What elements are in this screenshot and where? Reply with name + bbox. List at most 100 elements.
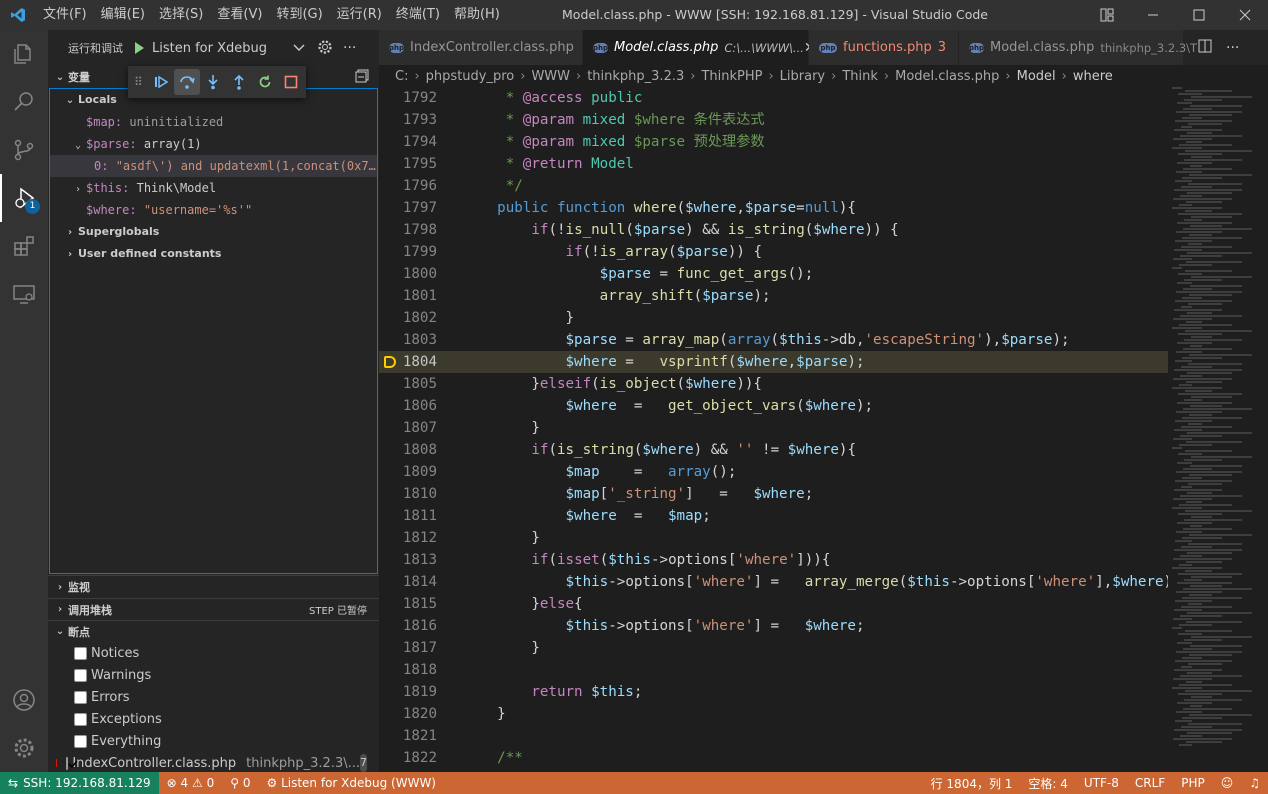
menu-item[interactable]: 转到(G) — [269, 0, 329, 30]
breakpoint-exceptions[interactable]: Exceptions — [48, 708, 379, 730]
remote-indicator[interactable]: ⇆ SSH: 192.168.81.129 — [0, 772, 159, 794]
breadcrumb-item[interactable]: WWW — [531, 69, 570, 84]
minimize-button[interactable] — [1130, 0, 1176, 30]
step-out-icon[interactable] — [226, 69, 252, 95]
account-icon[interactable] — [0, 676, 48, 724]
code-line[interactable]: 1808 if(is_string($where) && '' != $wher… — [379, 439, 1168, 461]
code-line[interactable]: 1812 } — [379, 527, 1168, 549]
code-line[interactable]: 1804 $where = vsprintf($where,$parse); — [379, 351, 1168, 373]
breakpoint-notices[interactable]: Notices — [48, 642, 379, 664]
start-debug-icon[interactable] — [135, 42, 144, 54]
run-debug-icon[interactable]: 1 — [0, 174, 48, 222]
checkbox[interactable] — [74, 734, 87, 748]
notifications-bell-icon[interactable]: ♫ — [1241, 772, 1268, 794]
code-line[interactable]: 1799 if(!is_array($parse)) { — [379, 241, 1168, 263]
variable-where[interactable]: $where: "username='%s'" — [50, 199, 377, 221]
launch-config-select[interactable]: Listen for Xdebug — [131, 36, 309, 60]
menu-item[interactable]: 查看(V) — [210, 0, 269, 30]
minimap[interactable] — [1168, 87, 1268, 772]
breadcrumb-item[interactable]: Think — [842, 69, 878, 84]
search-icon[interactable] — [0, 78, 48, 126]
code-line[interactable]: 1793 * @param mixed $where 条件表达式 — [379, 109, 1168, 131]
breakpoint-everything[interactable]: Everything — [48, 730, 379, 752]
breadcrumb-item[interactable]: where — [1073, 69, 1113, 84]
code-line[interactable]: 1810 $map['_string'] = $where; — [379, 483, 1168, 505]
ports-indicator[interactable]: ⚲ 0 — [222, 772, 258, 794]
code-line[interactable]: 1821 — [379, 725, 1168, 747]
source-control-icon[interactable] — [0, 126, 48, 174]
settings-gear-icon[interactable] — [0, 724, 48, 772]
code-line[interactable]: 1813 if(isset($this->options['where'])){ — [379, 549, 1168, 571]
breakpoint-errors[interactable]: Errors — [48, 686, 379, 708]
code-line[interactable]: 1809 $map = array(); — [379, 461, 1168, 483]
indentation[interactable]: 空格: 4 — [1020, 772, 1076, 794]
code-line[interactable]: 1815 }else{ — [379, 593, 1168, 615]
collapse-all-icon[interactable] — [355, 69, 369, 86]
code-line[interactable]: 1814 $this->options['where'] = array_mer… — [379, 571, 1168, 593]
code-line[interactable]: 1819 return $this; — [379, 681, 1168, 703]
drag-handle-icon[interactable]: ⠿ — [134, 75, 146, 89]
cursor-position[interactable]: 行 1804，列 1 — [923, 772, 1021, 794]
menu-item[interactable]: 选择(S) — [152, 0, 210, 30]
breadcrumb-item[interactable]: C: — [395, 69, 408, 84]
breadcrumb-item[interactable]: phpstudy_pro — [426, 69, 515, 84]
breadcrumb-item[interactable]: Model — [1017, 69, 1056, 84]
maximize-button[interactable] — [1176, 0, 1222, 30]
code-line[interactable]: 1822 /** — [379, 747, 1168, 769]
code-editor[interactable]: 1792 * @access public 1793 * @param mixed… — [379, 87, 1168, 772]
code-line[interactable]: 1818 — [379, 659, 1168, 681]
watch-section-header[interactable]: › 监视 — [48, 576, 379, 598]
menu-item[interactable]: 编辑(E) — [94, 0, 152, 30]
tab-indexcontroller[interactable]: php IndexController.class.php — [379, 30, 583, 65]
step-into-icon[interactable] — [200, 69, 226, 95]
menu-item[interactable]: 终端(T) — [389, 0, 447, 30]
checkbox[interactable] — [74, 646, 87, 660]
variable-parse-0[interactable]: 0: "asdf\') and updatexml(1,concat(0x7… — [50, 155, 377, 177]
callstack-section-header[interactable]: › 调用堆栈 STEP 已暂停 — [48, 598, 379, 620]
checkbox[interactable] — [74, 668, 87, 682]
explorer-icon[interactable] — [0, 30, 48, 78]
code-line[interactable]: 1806 $where = get_object_vars($where); — [379, 395, 1168, 417]
split-editor-icon[interactable] — [1198, 39, 1212, 57]
breakpoint-warnings[interactable]: Warnings — [48, 664, 379, 686]
gear-icon[interactable] — [317, 39, 333, 58]
step-over-icon[interactable] — [174, 69, 200, 95]
code-line[interactable]: 1801 array_shift($parse); — [379, 285, 1168, 307]
continue-icon[interactable] — [148, 69, 174, 95]
code-line[interactable]: 1820 } — [379, 703, 1168, 725]
extensions-icon[interactable] — [0, 222, 48, 270]
constants-scope[interactable]: › User defined constants — [50, 243, 377, 265]
debug-session-indicator[interactable]: ⚙ Listen for Xdebug (WWW) — [258, 772, 444, 794]
code-line[interactable]: 1805 }elseif(is_object($where)){ — [379, 373, 1168, 395]
more-actions-icon[interactable]: ··· — [1226, 40, 1239, 56]
remote-explorer-icon[interactable] — [0, 270, 48, 318]
superglobals-scope[interactable]: › Superglobals — [50, 221, 377, 243]
problems-indicator[interactable]: ⊗ 4 ⚠ 0 — [159, 772, 223, 794]
menu-item[interactable]: 运行(R) — [330, 0, 389, 30]
code-line[interactable]: 1817 } — [379, 637, 1168, 659]
feedback-icon[interactable]: ☺ — [1213, 772, 1242, 794]
restart-icon[interactable] — [252, 69, 278, 95]
code-line[interactable]: 1802 } — [379, 307, 1168, 329]
code-line[interactable]: 1795 * @return Model — [379, 153, 1168, 175]
tab-functions[interactable]: php functions.php 3 — [809, 30, 959, 65]
menu-item[interactable]: 帮助(H) — [447, 0, 507, 30]
code-line[interactable]: 1811 $where = $map; — [379, 505, 1168, 527]
tab-model-2[interactable]: php Model.class.php thinkphp_3.2.3\T — [959, 30, 1197, 65]
breakpoint-file[interactable]: IndexController.class.php thinkphp_3.2.3… — [48, 752, 379, 774]
stop-icon[interactable] — [278, 69, 304, 95]
checkbox[interactable] — [74, 690, 87, 704]
code-line[interactable]: 1798 if(!is_null($parse) && is_string($w… — [379, 219, 1168, 241]
variable-this[interactable]: › $this: Think\Model — [50, 177, 377, 199]
close-button[interactable] — [1222, 0, 1268, 30]
variable-parse[interactable]: ⌄ $parse: array(1) — [50, 133, 377, 155]
layout-icon[interactable] — [1084, 0, 1130, 30]
encoding[interactable]: UTF-8 — [1076, 772, 1127, 794]
breadcrumb-item[interactable]: Library — [780, 69, 825, 84]
variable-map[interactable]: $map: uninitialized — [50, 111, 377, 133]
code-line[interactable]: 1816 $this->options['where'] = $where; — [379, 615, 1168, 637]
code-line[interactable]: 1792 * @access public — [379, 87, 1168, 109]
breadcrumb-item[interactable]: ThinkPHP — [701, 69, 762, 84]
menu-item[interactable]: 文件(F) — [36, 0, 94, 30]
code-line[interactable]: 1803 $parse = array_map(array($this->db,… — [379, 329, 1168, 351]
